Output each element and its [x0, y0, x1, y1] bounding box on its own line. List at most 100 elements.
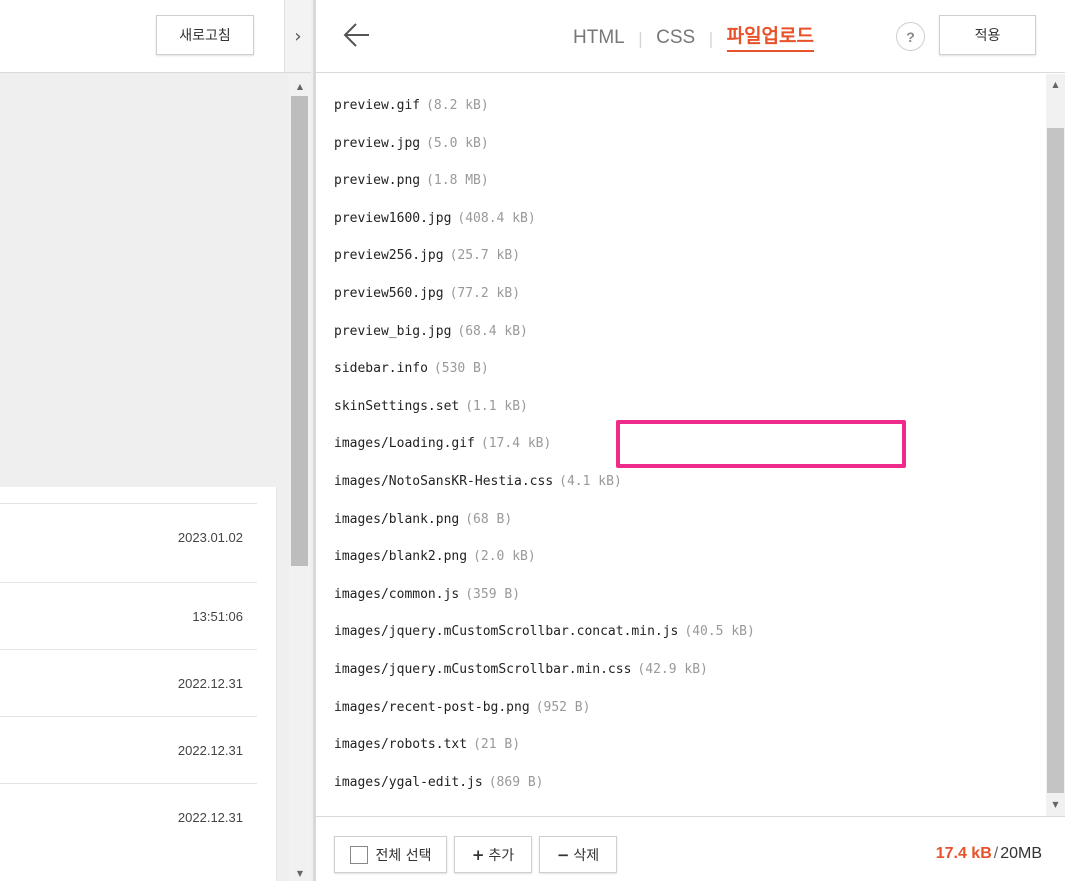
file-list-item[interactable]: images/jquery.mCustomScrollbar.concat.mi… — [334, 622, 755, 642]
file-name: skinSettings.set — [334, 399, 460, 414]
scroll-up-arrow-icon[interactable]: ▲ — [289, 80, 311, 94]
preview-pane: 새로고침 › 2023.01.02 13:51:06 2022.12.31 20… — [0, 0, 313, 881]
list-item[interactable]: 13:51:06 — [0, 582, 257, 649]
refresh-button[interactable]: 새로고침 — [156, 15, 254, 55]
file-list-item[interactable]: sidebar.info (530 B) — [334, 359, 489, 379]
tab-separator: | — [708, 28, 714, 48]
file-name: preview.gif — [334, 98, 421, 113]
file-list-scrollbar[interactable]: ▲ ▼ — [1046, 74, 1065, 816]
file-size: (42.9 kB) — [637, 662, 708, 677]
tab-html[interactable]: HTML — [573, 24, 625, 52]
file-list-item[interactable]: preview1600.jpg (408.4 kB) — [334, 209, 536, 229]
file-size: (21 B) — [473, 737, 521, 752]
file-list-item[interactable]: images/blank.png (68 B) — [334, 510, 512, 530]
file-size: (2.0 kB) — [473, 549, 536, 564]
file-list-item[interactable]: preview.jpg (5.0 kB) — [334, 134, 489, 154]
file-size: (408.4 kB) — [457, 211, 536, 226]
scrollbar-thumb[interactable] — [291, 96, 308, 566]
file-list-item[interactable]: preview560.jpg (77.2 kB) — [334, 284, 520, 304]
apply-button[interactable]: 적용 — [939, 15, 1036, 55]
add-file-button[interactable]: + 추가 — [454, 836, 532, 873]
file-size: (530 B) — [433, 361, 489, 376]
file-list-item[interactable]: images/robots.txt (21 B) — [334, 735, 520, 755]
editor-header: HTML | CSS | 파일업로드 ? 적용 — [316, 0, 1065, 73]
file-name: preview560.jpg — [334, 286, 444, 301]
scroll-down-arrow-icon[interactable]: ▼ — [1046, 798, 1065, 812]
file-name: images/NotoSansKR-Hestia.css — [334, 474, 554, 489]
file-size: (8.2 kB) — [426, 98, 489, 113]
file-list-item[interactable]: images/common.js (359 B) — [334, 585, 520, 605]
tab-separator: | — [637, 28, 644, 48]
help-icon[interactable]: ? — [896, 22, 925, 51]
file-size: (952 B) — [535, 700, 591, 715]
list-item[interactable]: 2022.12.31 — [0, 649, 257, 716]
file-name: images/common.js — [334, 587, 460, 602]
file-size: (17.4 kB) — [480, 436, 552, 451]
post-list: 2023.01.02 13:51:06 2022.12.31 2022.12.3… — [0, 487, 277, 881]
preview-toolbar: 새로고침 — [0, 0, 284, 73]
file-size: (1.1 kB) — [465, 399, 528, 414]
file-name: images/jquery.mCustomScrollbar.min.css — [334, 662, 632, 677]
file-list-item[interactable]: images/Loading.gif (17.4 kB) — [334, 434, 551, 454]
file-name: preview_big.jpg — [334, 324, 452, 339]
list-item-date: 2022.12.31 — [177, 743, 243, 758]
file-list-item[interactable]: images/NotoSansKR-Hestia.css (4.1 kB) — [334, 472, 622, 492]
plus-icon: + — [471, 845, 485, 864]
file-list-item[interactable]: preview.gif (8.2 kB) — [334, 96, 489, 116]
file-name: images/blank2.png — [334, 549, 468, 564]
list-item[interactable]: 2022.12.31 — [0, 783, 257, 850]
file-list-footer: 전체 선택 + 추가 − 삭제 17.4 kB/20MB — [316, 816, 1065, 881]
delete-file-button[interactable]: − 삭제 — [539, 836, 617, 873]
minus-icon: − — [556, 845, 570, 864]
select-all-label: 전체 선택 — [375, 847, 432, 864]
storage-total: 20MB — [1000, 845, 1042, 862]
preview-scrollbar[interactable]: ▲ ▼ — [289, 74, 311, 881]
file-list-item[interactable]: images/jquery.mCustomScrollbar.min.css (4… — [334, 660, 708, 680]
list-item-date: 2023.01.02 — [177, 530, 243, 545]
list-item[interactable]: 2023.01.02 — [0, 503, 257, 570]
file-name: images/Loading.gif — [334, 436, 475, 451]
file-size: (68 B) — [465, 512, 513, 527]
tab-file-upload[interactable]: 파일업로드 — [726, 24, 814, 52]
tab-css[interactable]: CSS — [656, 24, 695, 52]
skin-editor-window: 새로고침 › 2023.01.02 13:51:06 2022.12.31 20… — [0, 0, 1065, 881]
file-size: (4.1 kB) — [559, 474, 622, 489]
delete-label: 삭제 — [573, 847, 600, 864]
file-size: (869 B) — [488, 775, 544, 790]
list-item[interactable]: 2022.12.31 — [0, 716, 257, 783]
editor-pane: HTML | CSS | 파일업로드 ? 적용 preview.gif (8.2 … — [316, 0, 1065, 881]
file-list-item[interactable]: images/blank2.png (2.0 kB) — [334, 547, 536, 567]
select-all-checkbox[interactable]: 전체 선택 — [334, 836, 447, 873]
file-size: (68.4 kB) — [457, 324, 528, 339]
file-size: (40.5 kB) — [684, 624, 755, 639]
file-size: (25.7 kB) — [449, 248, 521, 263]
file-name: preview1600.jpg — [334, 211, 452, 226]
file-list-item[interactable]: images/recent-post-bg.png (952 B) — [334, 698, 590, 718]
scrollbar-thumb[interactable] — [1047, 128, 1064, 793]
file-list-item[interactable]: skinSettings.set (1.1 kB) — [334, 397, 528, 417]
file-name: images/blank.png — [334, 512, 460, 527]
file-name: preview.png — [334, 173, 421, 188]
file-list-item[interactable]: images/ygal-edit.js (869 B) — [334, 773, 544, 793]
file-name: images/ygal-edit.js — [334, 775, 483, 790]
file-list-item[interactable]: preview256.jpg (25.7 kB) — [334, 246, 520, 266]
add-label: 추가 — [488, 847, 515, 864]
scroll-down-arrow-icon[interactable]: ▼ — [289, 867, 311, 881]
storage-separator: / — [993, 845, 999, 862]
file-name: images/recent-post-bg.png — [334, 700, 530, 715]
file-size: (77.2 kB) — [449, 286, 521, 301]
checkbox-icon[interactable] — [349, 845, 368, 864]
file-name: images/jquery.mCustomScrollbar.concat.mi… — [334, 624, 679, 639]
storage-usage: 17.4 kB/20MB — [936, 845, 1042, 863]
back-arrow-icon[interactable] — [342, 18, 372, 52]
file-list-item[interactable]: preview_big.jpg (68.4 kB) — [334, 322, 528, 342]
file-list: preview.gif (8.2 kB) preview.jpg (5.0 kB) pr… — [316, 74, 1044, 816]
scroll-up-arrow-icon[interactable]: ▲ — [1046, 78, 1065, 92]
list-item-date: 2022.12.31 — [177, 810, 243, 825]
file-list-item[interactable]: preview.png (1.8 MB) — [334, 171, 489, 191]
file-size: (5.0 kB) — [426, 136, 489, 151]
editor-tabs: HTML | CSS | 파일업로드 — [573, 23, 814, 53]
file-name: images/robots.txt — [334, 737, 468, 752]
file-name: preview256.jpg — [334, 248, 444, 263]
collapse-panel-chevron-icon[interactable]: › — [284, 0, 311, 73]
